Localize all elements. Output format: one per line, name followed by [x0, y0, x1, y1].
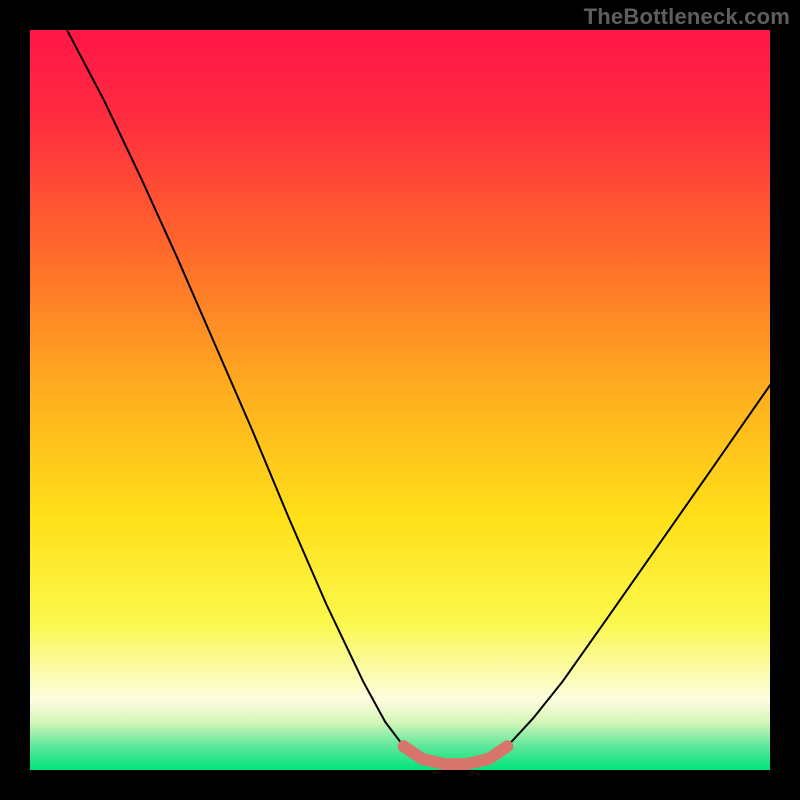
chart-frame: TheBottleneck.com	[0, 0, 800, 800]
gradient-background	[30, 30, 770, 770]
bottleneck-chart	[30, 30, 770, 770]
watermark-text: TheBottleneck.com	[584, 4, 790, 30]
plot-area	[30, 30, 770, 770]
